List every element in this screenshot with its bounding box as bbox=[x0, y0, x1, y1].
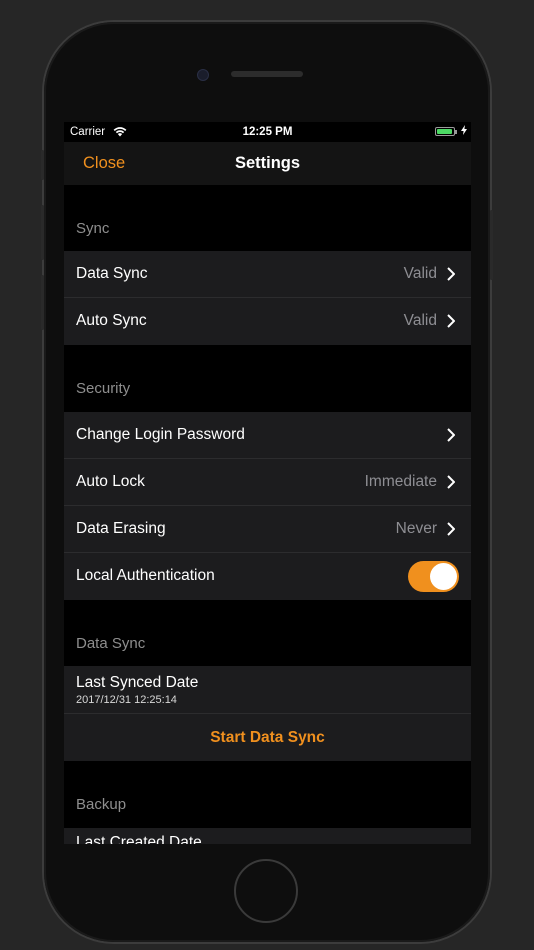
row-label: Data Sync bbox=[76, 265, 148, 282]
local-authentication-toggle[interactable] bbox=[408, 561, 459, 592]
volume-down-button bbox=[41, 275, 44, 330]
row-value: Valid bbox=[403, 265, 437, 282]
battery-icon bbox=[435, 127, 457, 136]
volume-up-button bbox=[41, 205, 44, 260]
row-label: Change Login Password bbox=[76, 426, 245, 443]
chevron-right-icon bbox=[447, 267, 455, 281]
chevron-right-icon bbox=[447, 522, 455, 536]
mute-switch bbox=[41, 150, 44, 180]
row-last-created-date[interactable]: Last Created Date bbox=[64, 828, 471, 844]
chevron-right-icon bbox=[447, 475, 455, 489]
section-header-security: Security bbox=[64, 345, 471, 412]
status-bar: Carrier 12:25 PM bbox=[64, 122, 471, 142]
settings-list[interactable]: Sync Data Sync Valid Auto Sync Valid Sec… bbox=[64, 185, 471, 844]
row-label: Last Created Date bbox=[76, 834, 202, 844]
group-backup: Last Created Date bbox=[64, 828, 471, 844]
group-security: Change Login Password Auto Lock Immediat… bbox=[64, 412, 471, 600]
group-data-sync: Last Synced Date 2017/12/31 12:25:14 Sta… bbox=[64, 666, 471, 761]
row-last-synced-date: Last Synced Date 2017/12/31 12:25:14 bbox=[64, 666, 471, 714]
row-value: Immediate bbox=[364, 473, 437, 490]
screen: Carrier 12:25 PM Close Settings Sync Dat… bbox=[64, 122, 471, 844]
row-label: Auto Lock bbox=[76, 473, 145, 490]
group-sync: Data Sync Valid Auto Sync Valid bbox=[64, 251, 471, 345]
row-local-authentication: Local Authentication bbox=[64, 553, 471, 600]
battery-level bbox=[437, 129, 452, 134]
row-auto-lock[interactable]: Auto Lock Immediate bbox=[64, 459, 471, 506]
toggle-knob bbox=[430, 563, 457, 590]
row-change-login-password[interactable]: Change Login Password bbox=[64, 412, 471, 459]
section-header-label: Security bbox=[76, 380, 131, 397]
front-camera bbox=[197, 69, 209, 81]
row-label: Data Erasing bbox=[76, 520, 166, 537]
section-header-label: Sync bbox=[76, 220, 110, 237]
section-header-label: Data Sync bbox=[76, 635, 146, 652]
row-value: Valid bbox=[403, 312, 437, 329]
earpiece-speaker bbox=[231, 71, 303, 77]
charging-bolt-icon bbox=[461, 125, 467, 135]
navigation-bar: Close Settings bbox=[64, 142, 471, 185]
power-button bbox=[490, 210, 493, 280]
status-time: 12:25 PM bbox=[242, 126, 293, 138]
page-title: Settings bbox=[234, 154, 301, 172]
row-label: Last Synced Date bbox=[76, 674, 199, 691]
last-synced-value: 2017/12/31 12:25:14 bbox=[76, 694, 177, 706]
row-value: Never bbox=[395, 520, 437, 537]
section-header-data-sync: Data Sync bbox=[64, 600, 471, 666]
row-data-sync[interactable]: Data Sync Valid bbox=[64, 251, 471, 298]
row-label: Local Authentication bbox=[76, 567, 215, 584]
chevron-right-icon bbox=[447, 314, 455, 328]
chevron-right-icon bbox=[447, 428, 455, 442]
start-data-sync-button[interactable]: Start Data Sync bbox=[64, 714, 471, 761]
battery-nub bbox=[455, 130, 457, 134]
section-header-label: Backup bbox=[76, 796, 127, 813]
start-data-sync-label: Start Data Sync bbox=[210, 729, 325, 746]
section-header-sync: Sync bbox=[64, 185, 471, 251]
row-auto-sync[interactable]: Auto Sync Valid bbox=[64, 298, 471, 345]
section-header-backup: Backup bbox=[64, 761, 471, 828]
home-button[interactable] bbox=[234, 859, 298, 923]
row-data-erasing[interactable]: Data Erasing Never bbox=[64, 506, 471, 553]
row-label: Auto Sync bbox=[76, 312, 147, 329]
